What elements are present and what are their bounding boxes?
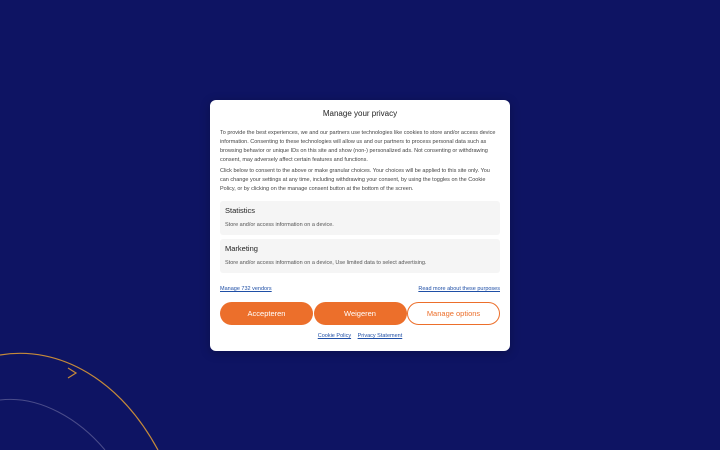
manage-vendors-link[interactable]: Manage 732 vendors <box>220 285 272 294</box>
faint-arc-inner <box>0 398 106 450</box>
manage-options-button[interactable]: Manage options <box>407 302 500 325</box>
arrow-icon <box>67 367 78 379</box>
cookie-policy-link[interactable]: Cookie Policy <box>318 333 351 339</box>
purpose-marketing[interactable]: Marketing Store and/or access informatio… <box>220 239 500 273</box>
consent-instructions: Click below to consent to the above or m… <box>220 168 490 192</box>
orange-arc-outer <box>0 352 159 450</box>
button-row: Accepteren Weigeren Manage options <box>220 302 500 325</box>
purpose-title: Marketing <box>225 244 258 253</box>
links-row: Manage 732 vendors Read more about these… <box>220 285 500 294</box>
consent-description: To provide the best experiences, we and … <box>220 130 496 163</box>
dialog-title: Manage your privacy <box>322 109 398 118</box>
read-more-link[interactable]: Read more about these purposes <box>418 285 500 294</box>
purpose-title: Statistics <box>225 206 256 215</box>
purpose-description: Store and/or access information on a dev… <box>225 260 427 266</box>
privacy-dialog: Manage your privacy To provide the best … <box>210 100 510 351</box>
decline-button[interactable]: Weigeren <box>313 302 407 325</box>
purpose-statistics[interactable]: Statistics Store and/or access informati… <box>220 201 500 235</box>
privacy-statement-link[interactable]: Privacy Statement <box>358 333 403 339</box>
dialog-footer: Cookie Policy Privacy Statement <box>220 332 500 341</box>
accept-button[interactable]: Accepteren <box>220 302 313 325</box>
purpose-description: Store and/or access information on a dev… <box>225 222 334 228</box>
